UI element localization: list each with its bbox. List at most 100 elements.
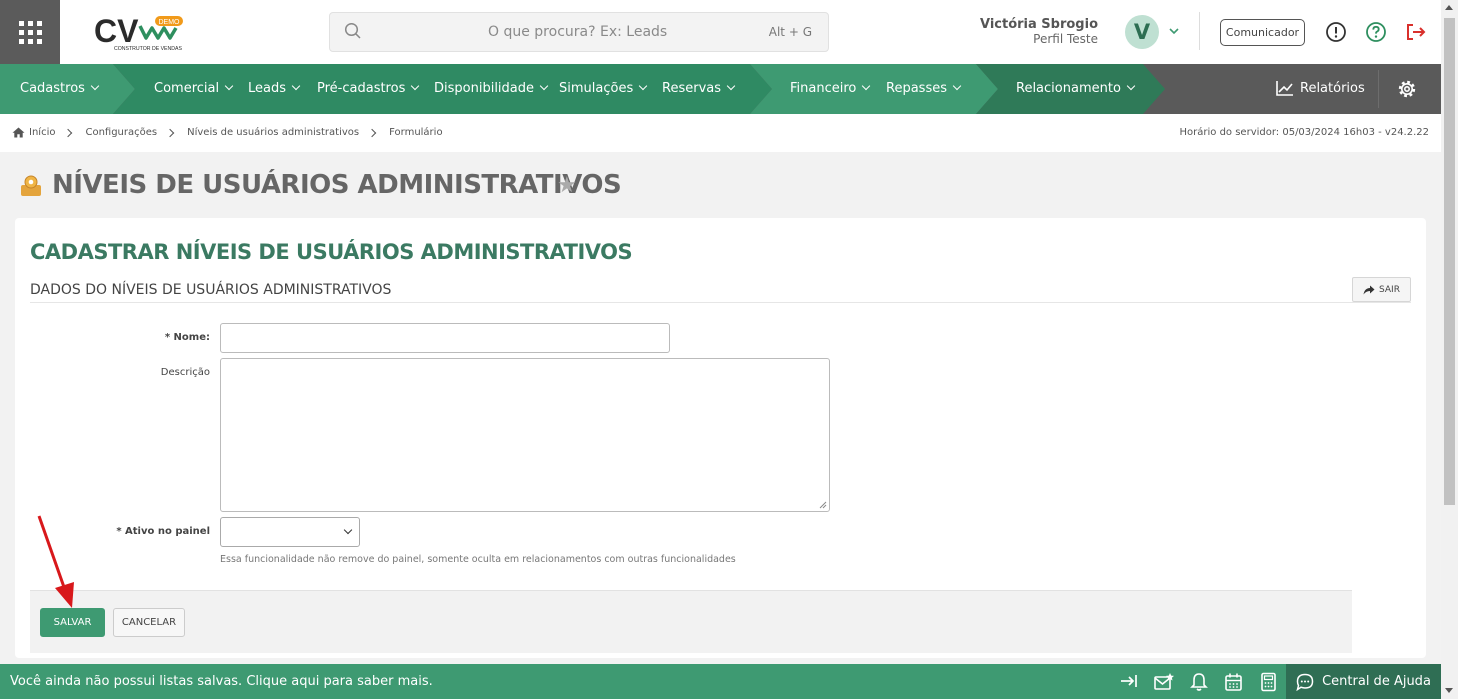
info-icon[interactable] [1325, 21, 1347, 43]
avatar-initial: V [1133, 20, 1151, 44]
nav-leads[interactable]: Leads [248, 81, 301, 96]
apps-menu-button[interactable] [0, 0, 60, 64]
breadcrumb: Início Configurações Níveis de usuários … [12, 127, 443, 138]
chevron-right-icon [64, 128, 73, 137]
help-center-label: Central de Ajuda [1322, 674, 1431, 689]
chevron-right-icon [367, 128, 377, 137]
nav-simulacoes[interactable]: Simulações [559, 81, 648, 96]
active-select[interactable] [220, 517, 360, 547]
breadcrumb-form: Formulário [389, 127, 443, 138]
nav-repasses[interactable]: Repasses [886, 81, 962, 96]
nav-label: Simulações [559, 81, 634, 96]
chevron-down-icon [638, 81, 648, 91]
page-title: NÍVEIS DE USUÁRIOS ADMINISTRATIVOS [52, 170, 622, 200]
nav-label: Pré-cadastros [317, 81, 406, 96]
form-actions: SALVAR CANCELAR [30, 590, 1352, 653]
page-scrollbar[interactable] [1441, 0, 1458, 699]
save-button[interactable]: SALVAR [40, 608, 105, 637]
active-label: * Ativo no painel [116, 526, 210, 537]
cancel-button[interactable]: CANCELAR [113, 608, 185, 637]
nav-reports[interactable]: Relatórios [1276, 80, 1365, 96]
nav-label: Relacionamento [1016, 81, 1121, 96]
scroll-up-icon[interactable] [1445, 5, 1453, 10]
annotation-arrow [37, 515, 74, 608]
line-chart-icon [1276, 81, 1293, 96]
nav-segment [750, 64, 998, 114]
company-logo[interactable]: CV DEMO CONSTRUTOR DE VENDAS [92, 12, 187, 54]
divider [1199, 12, 1200, 50]
name-label: * Nome: [164, 332, 210, 343]
nav-pre-cadastros[interactable]: Pré-cadastros [317, 81, 420, 96]
saved-lists-message[interactable]: Você ainda não possui listas salvas. Cli… [10, 674, 433, 689]
scroll-thumb[interactable] [1444, 18, 1455, 505]
nav-label: Leads [248, 81, 287, 96]
form-card: CADASTRAR NÍVEIS DE USUÁRIOS ADMINISTRAT… [15, 218, 1426, 658]
chevron-down-icon [291, 81, 301, 91]
help-icon[interactable] [1365, 21, 1387, 43]
divider [30, 302, 1411, 303]
grid-icon [18, 20, 42, 44]
chevron-down-icon[interactable] [1168, 26, 1180, 36]
user-levels-icon [21, 175, 41, 196]
nav-relacionamento[interactable]: Relacionamento [1016, 81, 1136, 96]
description-label: Descrição [160, 367, 210, 378]
collapse-right-icon[interactable] [1119, 672, 1139, 690]
nav-reservas[interactable]: Reservas [662, 81, 736, 96]
exit-button[interactable]: SAIR [1352, 277, 1411, 302]
chevron-down-icon [90, 81, 100, 91]
description-textarea[interactable] [220, 358, 830, 512]
chevron-down-icon [343, 525, 353, 535]
nav-cadastros[interactable]: Cadastros [20, 81, 100, 96]
breadcrumb-bar: Início Configurações Níveis de usuários … [0, 114, 1441, 152]
nav-disponibilidade[interactable]: Disponibilidade [434, 81, 549, 96]
user-name[interactable]: Victória Sbrogio [980, 17, 1098, 32]
calendar-icon[interactable] [1224, 672, 1243, 692]
logout-icon[interactable] [1404, 21, 1428, 43]
nav-financeiro[interactable]: Financeiro [790, 81, 871, 96]
chevron-down-icon [952, 81, 962, 91]
chevron-down-icon [726, 81, 736, 91]
nav-reports-label: Relatórios [1300, 80, 1365, 96]
breadcrumb-home[interactable]: Início [29, 127, 55, 138]
chevron-down-icon [862, 81, 871, 91]
nav-label: Disponibilidade [434, 81, 535, 96]
nav-label: Cadastros [20, 81, 85, 96]
calculator-icon[interactable] [1260, 672, 1277, 692]
divider [1378, 70, 1379, 108]
main-nav: Cadastros Comercial Leads Pré-cadastros … [0, 64, 1441, 114]
logo-subtitle: CONSTRUTOR DE VENDAS [114, 46, 182, 52]
resize-handle-icon[interactable] [819, 501, 827, 509]
avatar[interactable]: V [1125, 15, 1159, 49]
gear-icon[interactable] [1397, 79, 1417, 99]
user-profile: Perfil Teste [1033, 32, 1098, 46]
scroll-down-icon[interactable] [1445, 688, 1453, 693]
star-icon[interactable]: ★ [557, 175, 577, 197]
breadcrumb-settings[interactable]: Configurações [85, 127, 157, 138]
search-icon [344, 22, 361, 39]
logo-text: CV [94, 13, 139, 49]
global-search[interactable]: O que procura? Ex: Leads Alt + G [329, 12, 829, 52]
top-header: CV DEMO CONSTRUTOR DE VENDAS O que procu… [0, 0, 1441, 64]
breadcrumb-admin-levels[interactable]: Níveis de usuários administrativos [187, 127, 359, 138]
bell-icon[interactable] [1190, 672, 1208, 692]
chevron-down-icon [1126, 81, 1136, 91]
exit-label: SAIR [1379, 284, 1400, 295]
chevron-right-icon [165, 128, 175, 137]
mail-star-icon[interactable] [1153, 672, 1175, 692]
nav-label: Reservas [662, 81, 721, 96]
search-shortcut: Alt + G [768, 25, 812, 39]
nav-comercial[interactable]: Comercial [154, 81, 234, 96]
chevron-down-icon [224, 81, 234, 91]
active-help-text: Essa funcionalidade não remove do painel… [220, 554, 736, 565]
chat-bubble-icon [1296, 673, 1314, 691]
server-time: Horário do servidor: 05/03/2024 16h03 - … [1179, 127, 1429, 138]
chevron-down-icon [411, 81, 420, 91]
section-title: DADOS DO NÍVEIS DE USUÁRIOS ADMINISTRATI… [30, 282, 392, 298]
communicator-button[interactable]: Comunicador [1220, 19, 1305, 46]
nav-label: Financeiro [790, 81, 857, 96]
chevron-down-icon [539, 81, 549, 91]
help-center-button[interactable]: Central de Ajuda [1286, 664, 1441, 699]
bottom-bar: Você ainda não possui listas salvas. Cli… [0, 664, 1441, 699]
form-title: CADASTRAR NÍVEIS DE USUÁRIOS ADMINISTRAT… [30, 240, 633, 264]
name-input[interactable] [220, 323, 670, 353]
